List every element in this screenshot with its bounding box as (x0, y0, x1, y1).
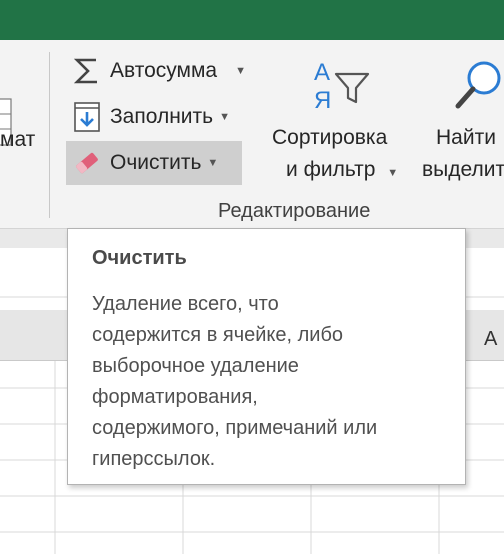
group-divider (49, 52, 50, 218)
title-bar (0, 0, 504, 40)
svg-text:Я: Я (314, 87, 331, 114)
clear-button[interactable]: Очистить ▼ (66, 141, 242, 185)
chevron-down-icon[interactable]: ▼ (207, 157, 218, 169)
svg-text:А: А (314, 59, 330, 86)
magnifier-icon (455, 61, 501, 109)
clear-label: Очистить (110, 151, 202, 174)
tooltip-description: Удаление всего, что содержится в ячейке,… (92, 293, 378, 470)
sort-label-text: и фильтр (286, 158, 376, 181)
eraser-icon (70, 147, 104, 179)
autosum-label: Автосумма (110, 59, 218, 82)
fill-button[interactable]: Заполнить ▼ (70, 99, 230, 135)
fill-down-icon (70, 101, 104, 133)
editing-group-label: Редактирование (218, 200, 371, 222)
chevron-down-icon[interactable]: ▼ (235, 65, 246, 77)
fill-label: Заполнить (110, 105, 214, 128)
autosum-button[interactable]: Автосумма ▼ (70, 53, 246, 89)
find-label-line2: выделить (422, 158, 504, 181)
sigma-icon (70, 55, 104, 87)
sort-filter-icon: А Я (314, 59, 370, 114)
column-header-a[interactable]: А (484, 328, 497, 351)
clear-tooltip: Очистить Удаление всего, что содержится … (67, 228, 466, 485)
format-button-label[interactable]: мат (0, 128, 35, 152)
chevron-down-icon[interactable]: ▼ (219, 111, 230, 123)
sort-label-line2: и фильтр ▼ (286, 158, 398, 182)
tooltip-title: Очистить (92, 247, 187, 269)
chevron-down-icon[interactable]: ▼ (387, 167, 398, 179)
find-label-line1: Найти (436, 126, 496, 149)
sort-label-line1: Сортировка (272, 126, 388, 149)
